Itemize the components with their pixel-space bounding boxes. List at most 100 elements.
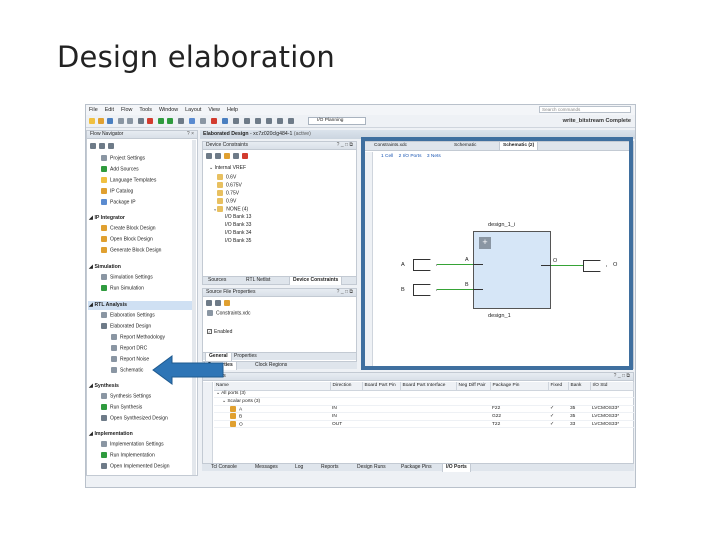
search-commands-input[interactable]: Search commands	[539, 106, 631, 113]
copy-icon[interactable]	[138, 118, 144, 124]
flow-item-implementation-settings[interactable]: Implementation Settings	[101, 441, 164, 447]
tab-device-constraints[interactable]: Device Constraints	[289, 277, 343, 285]
flow-item-run-synthesis[interactable]: Run Synthesis	[101, 404, 142, 410]
tab-design-runs[interactable]: Design Runs	[354, 464, 389, 472]
flow-item-elaborated-design[interactable]: Elaborated Design	[101, 323, 151, 329]
bitstream-icon[interactable]	[178, 118, 184, 124]
menu-window[interactable]: Window	[159, 107, 178, 113]
folder-icon[interactable]	[224, 300, 230, 306]
menu-tools[interactable]: Tools	[139, 107, 152, 113]
tab-clock-regions[interactable]: Clock Regions	[252, 362, 290, 370]
col-fixed[interactable]: Fixed	[548, 382, 569, 391]
menu-file[interactable]: File	[89, 107, 98, 113]
flow-item-project-settings[interactable]: Project Settings	[101, 155, 145, 161]
flow-item-create-block-design[interactable]: Create Block Design	[101, 225, 156, 231]
col-board-part-pin[interactable]: Board Part Pin	[362, 382, 401, 391]
search-icon[interactable]	[90, 143, 96, 149]
flow-item-elaboration-settings[interactable]: Elaboration Settings	[101, 312, 155, 318]
table-row[interactable]: A IN F22 ✓ 35 LVCMOS33*	[214, 405, 634, 414]
new-project-icon[interactable]	[89, 118, 95, 124]
flow-item-report-noise[interactable]: Report Noise	[111, 356, 149, 362]
tree-vref-item[interactable]: 0.75V	[217, 190, 239, 196]
col-package-pin[interactable]: Package Pin	[490, 382, 549, 391]
tile-icon[interactable]	[244, 118, 250, 124]
tab-sources[interactable]: Sources	[205, 277, 229, 285]
tree-bank[interactable]: I/O Bank 35	[225, 238, 251, 244]
col-io-std[interactable]: I/O Std	[590, 382, 634, 391]
flow-item-synthesis-settings[interactable]: Synthesis Settings	[101, 393, 151, 399]
run-all-icon[interactable]	[167, 118, 173, 124]
open-icon[interactable]	[98, 118, 104, 124]
tab-io-ports[interactable]: I/O Ports	[442, 464, 471, 472]
flow-item-package-ip[interactable]: Package IP	[101, 199, 136, 205]
window-icon[interactable]	[233, 118, 239, 124]
section-synthesis[interactable]: ◢ Synthesis	[89, 383, 119, 389]
enabled-checkbox[interactable]: ✓ Enabled	[207, 329, 232, 335]
table-row[interactable]: O OUT T22 ✓ 33 LVCMOS33*	[214, 420, 634, 429]
flow-item-schematic[interactable]: Schematic	[111, 367, 143, 373]
flow-scrollbar[interactable]	[192, 140, 196, 475]
flow-item-run-simulation[interactable]: Run Simulation	[101, 285, 144, 291]
settings-icon[interactable]	[189, 118, 195, 124]
col-bank[interactable]: Bank	[568, 382, 591, 391]
flow-item-generate-block-design[interactable]: Generate Block Design	[101, 247, 161, 253]
menu-layout[interactable]: Layout	[185, 107, 201, 113]
menu-view[interactable]: View	[208, 107, 220, 113]
col-name[interactable]: Name	[214, 382, 331, 391]
flow-item-open-synthesized-design[interactable]: Open Synthesized Design	[101, 415, 168, 421]
checkbox-checked[interactable]: ✓	[207, 329, 212, 334]
tab-rtl-netlist[interactable]: RTL Netlist	[243, 277, 273, 285]
menu-flow[interactable]: Flow	[121, 107, 132, 113]
tree-vref-item[interactable]: 0.6V	[217, 174, 236, 180]
flow-item-report-drc[interactable]: Report DRC	[111, 345, 147, 351]
redo-icon[interactable]	[127, 118, 133, 124]
tab-tcl-console[interactable]: Tcl Console	[208, 464, 240, 472]
search-icon[interactable]	[206, 153, 212, 159]
cancel-icon[interactable]	[211, 118, 217, 124]
section-simulation[interactable]: ◢ Simulation	[89, 264, 121, 270]
col-neg-diff-pair[interactable]: Neg Diff Pair	[456, 382, 491, 391]
back-icon[interactable]	[206, 300, 212, 306]
section-rtl-analysis[interactable]: ◢ RTL Analysis	[89, 302, 127, 308]
delete-icon[interactable]	[147, 118, 153, 124]
find-icon[interactable]	[277, 118, 283, 124]
collapse-icon[interactable]	[215, 153, 221, 159]
expand-icon[interactable]	[108, 143, 114, 149]
tab-messages[interactable]: Messages	[252, 464, 281, 472]
tree-vref-none[interactable]: ⌄ NONE (4)	[213, 206, 248, 212]
plot-icon[interactable]	[288, 118, 294, 124]
section-ip-integrator[interactable]: ◢ IP Integrator	[89, 215, 125, 221]
col-direction[interactable]: Direction	[330, 382, 363, 391]
zoom-icon[interactable]	[266, 118, 272, 124]
section-implementation[interactable]: ◢ Implementation	[89, 431, 133, 437]
menu-help[interactable]: Help	[227, 107, 238, 113]
tree-vref-item[interactable]: 0.9V	[217, 198, 236, 204]
layout-select[interactable]: I/O Planning	[308, 117, 366, 125]
tab-package-pins[interactable]: Package Pins	[398, 464, 435, 472]
tools-icon[interactable]	[255, 118, 261, 124]
tree-bank[interactable]: I/O Bank 34	[225, 230, 251, 236]
save-icon[interactable]	[107, 118, 113, 124]
flow-item-simulation-settings[interactable]: Simulation Settings	[101, 274, 153, 280]
flow-item-add-sources[interactable]: Add Sources	[101, 166, 139, 172]
layout-icon[interactable]	[222, 118, 228, 124]
flow-item-open-block-design[interactable]: Open Block Design	[101, 236, 153, 242]
flow-item-open-implemented-design[interactable]: Open Implemented Design	[101, 463, 169, 469]
flow-item-report-methodology[interactable]: Report Methodology	[111, 334, 165, 340]
expand-icon[interactable]	[233, 153, 239, 159]
table-row[interactable]: ⌄ Scalar ports (3)	[214, 397, 634, 406]
tree-bank[interactable]: I/O Bank 33	[225, 222, 251, 228]
table-row[interactable]: ⌄ All ports (3)	[214, 390, 634, 399]
col-board-part-interface[interactable]: Board Part Interface	[400, 382, 457, 391]
folder-icon[interactable]	[224, 153, 230, 159]
flow-item-run-implementation[interactable]: Run Implementation	[101, 452, 155, 458]
tree-internal-vref[interactable]: ⌄ Internal VREF	[209, 165, 246, 171]
collapse-icon[interactable]	[99, 143, 105, 149]
tab-properties[interactable]: Properties	[231, 353, 260, 361]
flow-item-language-templates[interactable]: Language Templates	[101, 177, 156, 183]
run-icon[interactable]	[158, 118, 164, 124]
tab-log[interactable]: Log	[292, 464, 306, 472]
undo-icon[interactable]	[118, 118, 124, 124]
flow-item-ip-catalog[interactable]: IP Catalog	[101, 188, 133, 194]
table-row[interactable]: B IN G22 ✓ 35 LVCMOS33*	[214, 412, 634, 421]
